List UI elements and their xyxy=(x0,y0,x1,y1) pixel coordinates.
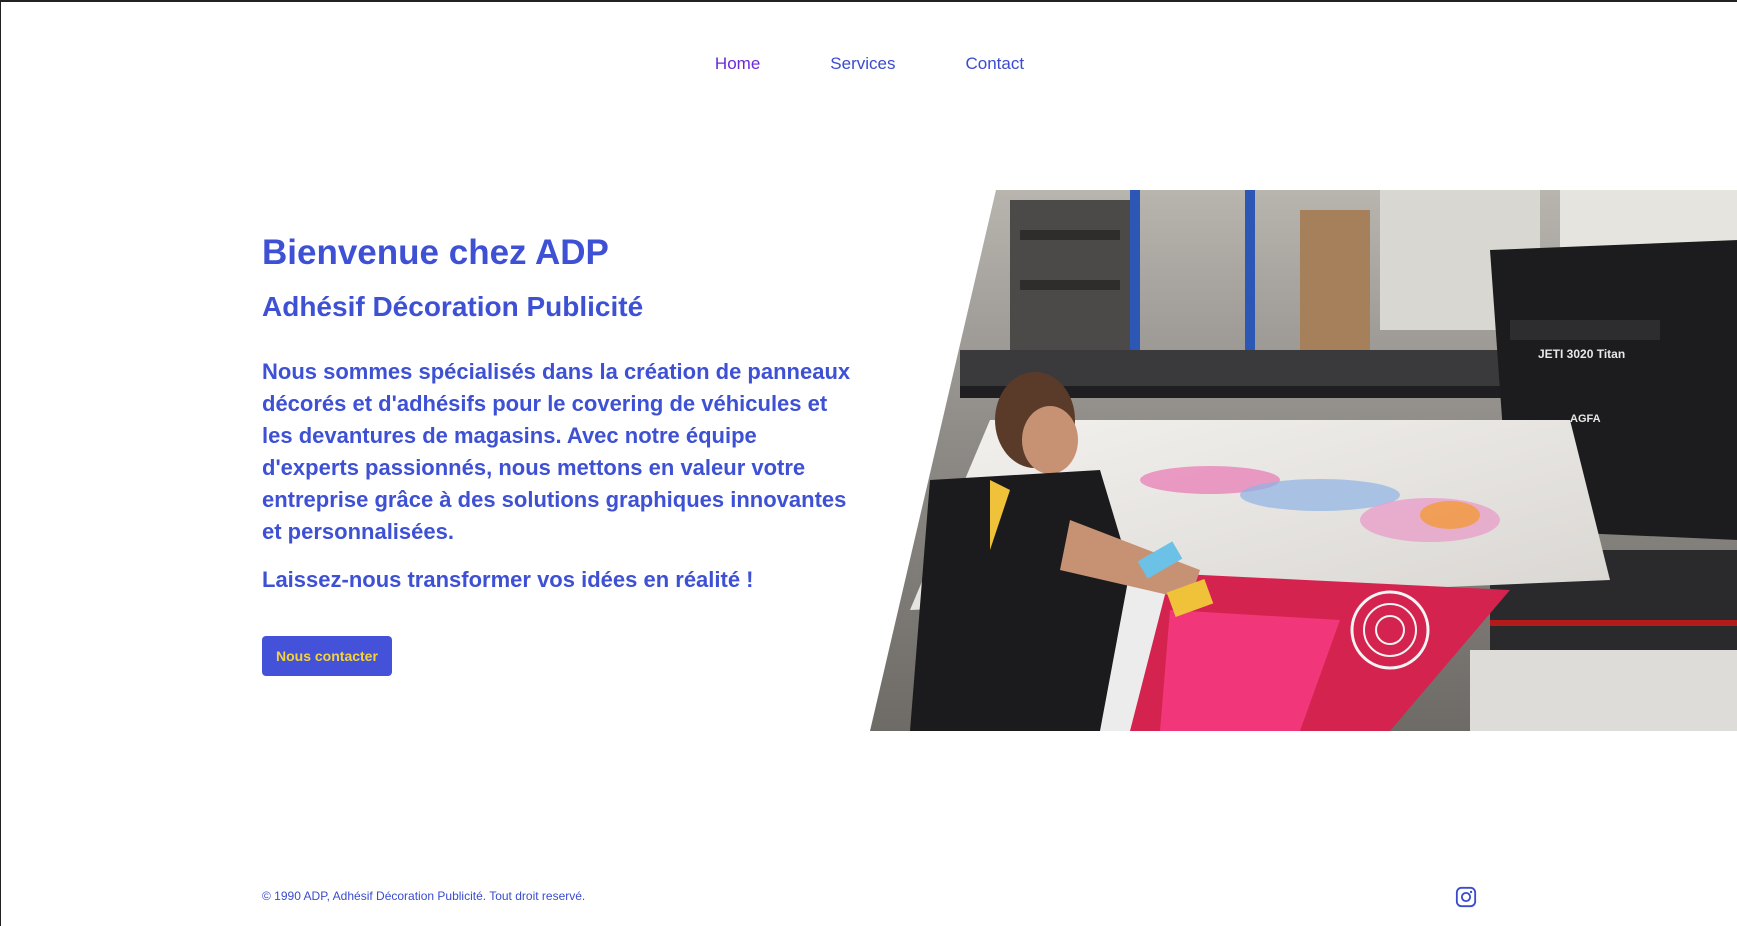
main-nav: Home Services Contact xyxy=(1,54,1737,74)
nav-contact[interactable]: Contact xyxy=(965,54,1024,74)
hero-subtitle: Adhésif Décoration Publicité xyxy=(262,291,644,322)
hero-title: Bienvenue chez ADP xyxy=(262,233,609,272)
hero-text: Bienvenue chez ADP Adhésif Décoration Pu… xyxy=(262,232,862,676)
hero-slogan: Laissez-nous transformer vos idées en ré… xyxy=(262,566,754,592)
nav-services[interactable]: Services xyxy=(830,54,895,74)
instagram-icon[interactable] xyxy=(1455,886,1477,908)
nav-home[interactable]: Home xyxy=(715,54,760,74)
footer-copyright: © 1990 ADP, Adhésif Décoration Publicité… xyxy=(262,889,586,903)
hero-image: JETI 3020 Titan AGFA xyxy=(870,190,1737,731)
printer-model-label: JETI 3020 Titan xyxy=(1538,347,1625,361)
printer-brand-label: AGFA xyxy=(1570,413,1601,425)
hero-description: Nous sommes spécialisés dans la création… xyxy=(262,358,851,544)
contact-button[interactable]: Nous contacter xyxy=(262,635,392,676)
